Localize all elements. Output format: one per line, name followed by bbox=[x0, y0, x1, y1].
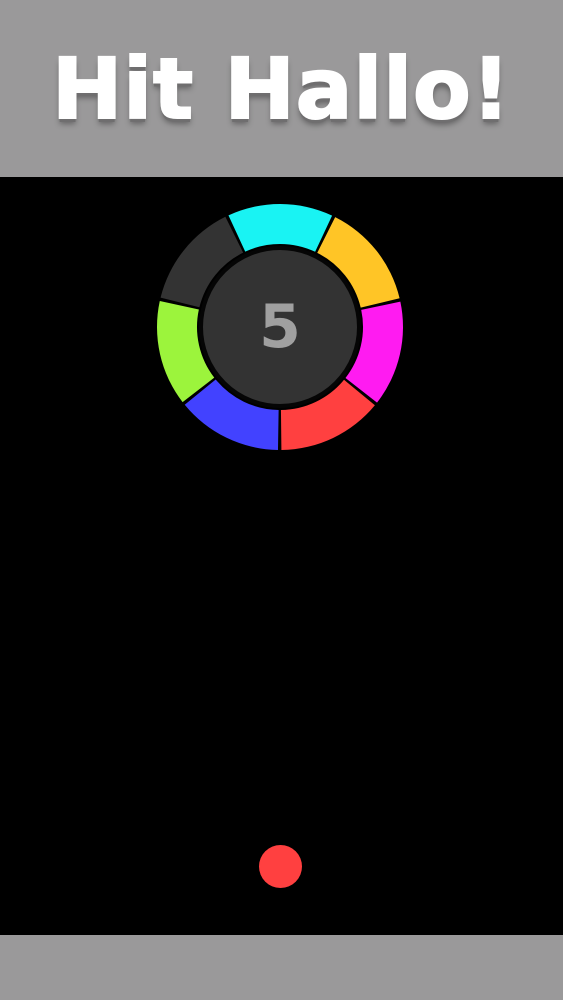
score-counter: 5 bbox=[259, 292, 301, 362]
game-screen[interactable]: Hit Hallo! 5 bbox=[0, 0, 563, 1000]
bottom-bar bbox=[0, 935, 563, 1000]
game-title: Hit Hallo! bbox=[51, 39, 512, 139]
player-ball[interactable] bbox=[259, 845, 302, 888]
wheel-hub: 5 bbox=[199, 246, 361, 408]
